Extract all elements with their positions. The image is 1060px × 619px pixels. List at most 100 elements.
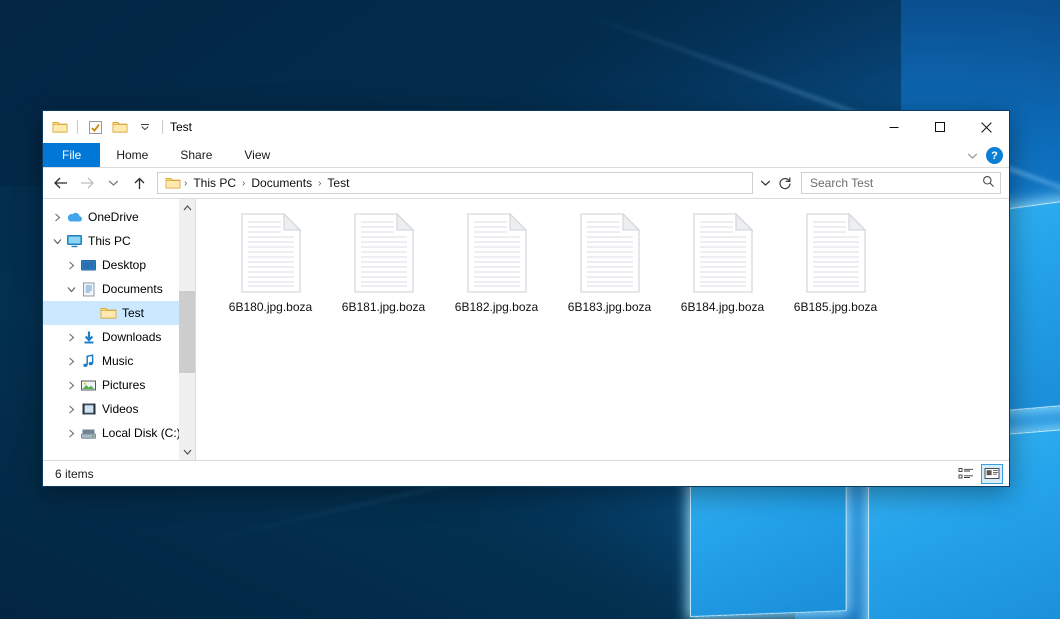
documents-icon bbox=[79, 282, 98, 297]
file-grid: 6B180.jpg.boza 6B181.j bbox=[214, 209, 1009, 314]
navigation-pane: OneDrive This PC bbox=[43, 199, 195, 460]
scrollbar-thumb[interactable] bbox=[179, 291, 195, 373]
address-bar[interactable]: › This PC › Documents › Test bbox=[157, 172, 753, 194]
large-icons-view-button[interactable] bbox=[981, 464, 1003, 484]
scroll-up-icon[interactable] bbox=[179, 199, 195, 216]
chevron-down-icon[interactable] bbox=[63, 286, 79, 293]
file-item[interactable]: 6B181.jpg.boza bbox=[327, 209, 440, 314]
sidebar-label-music: Music bbox=[102, 354, 133, 368]
title-bar: Test bbox=[43, 111, 1009, 143]
chevron-down-icon[interactable] bbox=[967, 149, 978, 163]
chevron-right-icon[interactable] bbox=[63, 357, 79, 366]
file-explorer-window: Test File Home Share View bbox=[42, 110, 1010, 487]
recent-locations-button[interactable] bbox=[101, 171, 125, 195]
status-bar: 6 items bbox=[43, 460, 1009, 486]
generic-file-icon bbox=[353, 213, 415, 293]
minimize-button[interactable] bbox=[871, 111, 917, 143]
generic-file-icon bbox=[692, 213, 754, 293]
properties-icon[interactable] bbox=[84, 116, 106, 138]
window-controls bbox=[871, 111, 1009, 143]
tab-file[interactable]: File bbox=[43, 143, 100, 167]
chevron-right-icon[interactable] bbox=[63, 261, 79, 270]
maximize-button[interactable] bbox=[917, 111, 963, 143]
sidebar-label-downloads: Downloads bbox=[102, 330, 161, 344]
new-folder-icon[interactable] bbox=[109, 116, 131, 138]
file-name: 6B181.jpg.boza bbox=[342, 300, 425, 314]
breadcrumb: › This PC › Documents › Test bbox=[163, 176, 750, 190]
generic-file-icon bbox=[579, 213, 641, 293]
file-name: 6B180.jpg.boza bbox=[229, 300, 312, 314]
chevron-right-icon[interactable] bbox=[63, 429, 79, 438]
sidebar-item-test[interactable]: Test bbox=[43, 301, 195, 325]
ribbon-right-controls: ? bbox=[967, 143, 1003, 168]
desktop-icon bbox=[79, 259, 98, 272]
scrollbar-track[interactable] bbox=[179, 216, 195, 443]
search-icon bbox=[982, 175, 995, 191]
drive-icon bbox=[79, 427, 98, 440]
qat-divider-2 bbox=[162, 120, 163, 134]
quick-access-toolbar bbox=[49, 116, 166, 138]
chevron-right-icon[interactable] bbox=[63, 405, 79, 414]
folder-icon[interactable] bbox=[49, 116, 71, 138]
file-item[interactable]: 6B185.jpg.boza bbox=[779, 209, 892, 314]
downloads-icon bbox=[79, 330, 98, 345]
sidebar-label-videos: Videos bbox=[102, 402, 138, 416]
file-list-pane[interactable]: 6B180.jpg.boza 6B181.j bbox=[195, 199, 1009, 460]
forward-button[interactable] bbox=[75, 171, 99, 195]
file-item[interactable]: 6B183.jpg.boza bbox=[553, 209, 666, 314]
file-name: 6B185.jpg.boza bbox=[794, 300, 877, 314]
details-view-button[interactable] bbox=[955, 464, 977, 484]
file-name: 6B182.jpg.boza bbox=[455, 300, 538, 314]
chevron-right-icon[interactable] bbox=[49, 213, 65, 222]
refresh-icon[interactable] bbox=[775, 173, 795, 193]
breadcrumb-item-documents[interactable]: Documents bbox=[246, 176, 317, 190]
videos-icon bbox=[79, 402, 98, 416]
sidebar-label-pictures: Pictures bbox=[102, 378, 145, 392]
tab-view[interactable]: View bbox=[228, 143, 286, 167]
up-button[interactable] bbox=[127, 171, 151, 195]
tab-home[interactable]: Home bbox=[100, 143, 164, 167]
desktop-wallpaper: Test File Home Share View bbox=[0, 0, 1060, 619]
chevron-right-icon[interactable] bbox=[63, 381, 79, 390]
address-bar-row: › This PC › Documents › Test bbox=[43, 168, 1009, 198]
sidebar-item-videos[interactable]: Videos bbox=[43, 397, 195, 421]
view-toggle-group bbox=[955, 464, 1003, 484]
help-icon[interactable]: ? bbox=[986, 147, 1003, 164]
search-input[interactable]: Search Test bbox=[810, 176, 982, 190]
sidebar-item-downloads[interactable]: Downloads bbox=[43, 325, 195, 349]
window-title: Test bbox=[170, 120, 192, 134]
sidebar-item-documents[interactable]: Documents bbox=[43, 277, 195, 301]
music-icon bbox=[79, 354, 98, 369]
sidebar-item-onedrive[interactable]: OneDrive bbox=[43, 205, 195, 229]
file-name: 6B184.jpg.boza bbox=[681, 300, 764, 314]
folder-icon bbox=[99, 306, 118, 320]
scroll-down-icon[interactable] bbox=[179, 443, 195, 460]
customize-dropdown-icon[interactable] bbox=[134, 116, 156, 138]
chevron-right-icon[interactable] bbox=[63, 333, 79, 342]
file-item[interactable]: 6B180.jpg.boza bbox=[214, 209, 327, 314]
sidebar-item-this-pc[interactable]: This PC bbox=[43, 229, 195, 253]
file-item[interactable]: 6B184.jpg.boza bbox=[666, 209, 779, 314]
back-button[interactable] bbox=[49, 171, 73, 195]
sidebar-label-local-disk-c: Local Disk (C:) bbox=[102, 426, 181, 440]
search-box[interactable]: Search Test bbox=[801, 172, 1001, 194]
sidebar-item-pictures[interactable]: Pictures bbox=[43, 373, 195, 397]
address-bar-tools bbox=[755, 173, 795, 193]
generic-file-icon bbox=[805, 213, 867, 293]
sidebar-label-documents: Documents bbox=[102, 282, 163, 296]
tab-share[interactable]: Share bbox=[164, 143, 228, 167]
sidebar-scrollbar[interactable] bbox=[179, 199, 195, 460]
item-count-label: 6 items bbox=[55, 467, 955, 481]
sidebar-item-music[interactable]: Music bbox=[43, 349, 195, 373]
close-button[interactable] bbox=[963, 111, 1009, 143]
breadcrumb-item-this-pc[interactable]: This PC bbox=[188, 176, 241, 190]
sidebar-item-desktop[interactable]: Desktop bbox=[43, 253, 195, 277]
sidebar-label-onedrive: OneDrive bbox=[88, 210, 139, 224]
previous-locations-icon[interactable] bbox=[755, 173, 775, 193]
sidebar-item-local-disk-c[interactable]: Local Disk (C:) bbox=[43, 421, 195, 445]
chevron-down-icon[interactable] bbox=[49, 238, 65, 245]
breadcrumb-item-test[interactable]: Test bbox=[322, 176, 354, 190]
thispc-icon bbox=[65, 234, 84, 248]
explorer-body: OneDrive This PC bbox=[43, 198, 1009, 460]
file-item[interactable]: 6B182.jpg.boza bbox=[440, 209, 553, 314]
